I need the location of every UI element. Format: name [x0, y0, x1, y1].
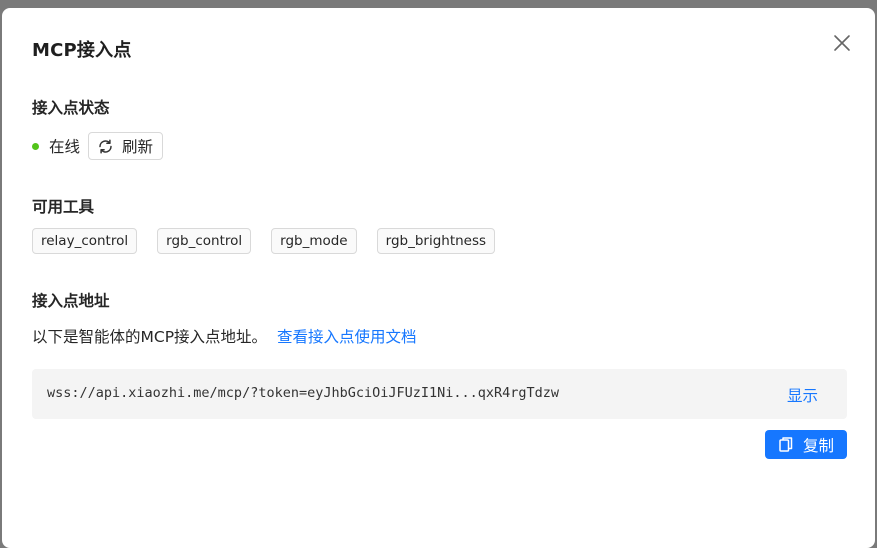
endpoint-description-row: 以下是智能体的MCP接入点地址。 查看接入点使用文档: [32, 325, 417, 347]
copy-icon: [779, 437, 793, 452]
status-badge: 在线: [49, 138, 81, 156]
tool-tag: relay_control: [32, 228, 138, 254]
copy-button[interactable]: 复制: [765, 430, 847, 459]
close-button[interactable]: [831, 32, 853, 54]
endpoint-url: wss://api.xiaozhi.me/mcp/?token=eyJhbGci…: [47, 385, 560, 401]
endpoint-url-box: wss://api.xiaozhi.me/mcp/?token=eyJhbGci…: [32, 369, 847, 419]
mcp-endpoint-dialog: MCP接入点 接入点状态 在线 刷新 可用工具 relay_control rg…: [2, 8, 875, 548]
copy-label: 复制: [802, 436, 834, 455]
doc-link[interactable]: 查看接入点使用文档: [277, 325, 417, 347]
tool-tag: rgb_brightness: [376, 228, 496, 254]
show-button[interactable]: 显示: [787, 384, 818, 406]
tool-tag: rgb_control: [157, 228, 252, 254]
tool-tag: rgb_mode: [271, 228, 357, 254]
tools-list: relay_control rgb_control rgb_mode rgb_b…: [32, 228, 515, 254]
dialog-title: MCP接入点: [32, 40, 132, 61]
refresh-icon: [99, 138, 112, 154]
refresh-button[interactable]: 刷新: [88, 132, 164, 160]
endpoint-section-title: 接入点地址: [32, 292, 110, 310]
tools-section-title: 可用工具: [32, 198, 95, 216]
status-dot: [32, 142, 39, 150]
status-section-title: 接入点状态: [32, 99, 110, 117]
close-icon: [834, 35, 850, 51]
endpoint-description: 以下是智能体的MCP接入点地址。: [32, 328, 268, 346]
refresh-label: 刷新: [122, 138, 154, 156]
status-row: 在线 刷新: [32, 131, 164, 161]
